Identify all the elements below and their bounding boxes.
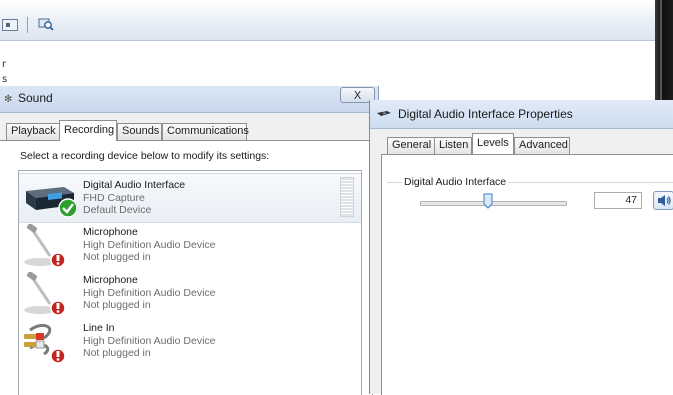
device-status: Not plugged in <box>83 251 151 263</box>
level-slider-track[interactable] <box>420 201 567 206</box>
level-input[interactable]: 47 <box>594 192 642 209</box>
capture-device-icon <box>26 187 76 218</box>
device-description: High Definition Audio Device <box>83 239 216 251</box>
sound-window-icon: ✻ <box>4 94 13 105</box>
view-icon[interactable] <box>2 19 18 31</box>
audio-device-icon <box>377 111 391 116</box>
speaker-icon <box>658 195 671 206</box>
line-in-cable-icon <box>24 324 66 364</box>
level-slider-thumb[interactable] <box>483 193 493 209</box>
device-description: High Definition Audio Device <box>83 287 216 299</box>
device-status: Default Device <box>83 204 152 216</box>
sound-title-bar[interactable]: ✻ Sound X <box>0 86 378 113</box>
tab-recording[interactable]: Recording <box>59 120 117 141</box>
device-name: Microphone <box>83 226 138 238</box>
properties-window-title: Digital Audio Interface Properties <box>398 107 573 121</box>
sound-window-title: Sound <box>18 91 53 105</box>
properties-window: Digital Audio Interface Properties Gener… <box>369 100 673 395</box>
microphone-icon <box>24 272 66 316</box>
tab-general[interactable]: General <box>387 137 435 154</box>
tab-communications[interactable]: Communications <box>162 123 249 140</box>
device-description: High Definition Audio Device <box>83 335 216 347</box>
device-status: Not plugged in <box>83 347 151 359</box>
mute-button[interactable] <box>653 191 673 210</box>
device-name: Line In <box>83 322 115 334</box>
toolbar-separator <box>27 17 28 33</box>
recording-device-list: Digital Audio Interface FHD Capture Defa… <box>18 170 362 395</box>
device-line-in[interactable]: Line In High Definition Audio Device Not… <box>19 317 361 365</box>
microphone-icon <box>24 224 66 268</box>
input-level-meter <box>340 177 354 217</box>
background-side-letter: s <box>2 74 8 85</box>
background-toolbar <box>0 0 655 41</box>
background-side-letter: r <box>2 59 7 70</box>
device-microphone-1[interactable]: Microphone High Definition Audio Device … <box>19 221 361 269</box>
device-microphone-2[interactable]: Microphone High Definition Audio Device … <box>19 269 361 317</box>
device-name: Microphone <box>83 274 138 286</box>
device-name: Digital Audio Interface <box>83 179 186 191</box>
properties-title-bar[interactable]: Digital Audio Interface Properties <box>370 100 673 129</box>
level-group: Digital Audio Interface 47 <box>387 176 673 222</box>
tab-sounds[interactable]: Sounds <box>117 123 162 140</box>
tab-advanced[interactable]: Advanced <box>514 137 570 154</box>
tab-playback[interactable]: Playback <box>6 123 60 140</box>
level-group-label: Digital Audio Interface <box>402 176 509 188</box>
tab-listen[interactable]: Listen <box>434 137 472 154</box>
device-status: Not plugged in <box>83 299 151 311</box>
tab-levels[interactable]: Levels <box>472 133 514 154</box>
recording-instruction: Select a recording device below to modif… <box>20 150 270 162</box>
device-description: FHD Capture <box>83 192 145 204</box>
search-computer-icon[interactable] <box>38 16 54 32</box>
sound-window: ✻ Sound X Playback Recording Sounds Comm… <box>0 86 379 395</box>
device-digital-audio-interface[interactable]: Digital Audio Interface FHD Capture Defa… <box>19 173 361 223</box>
